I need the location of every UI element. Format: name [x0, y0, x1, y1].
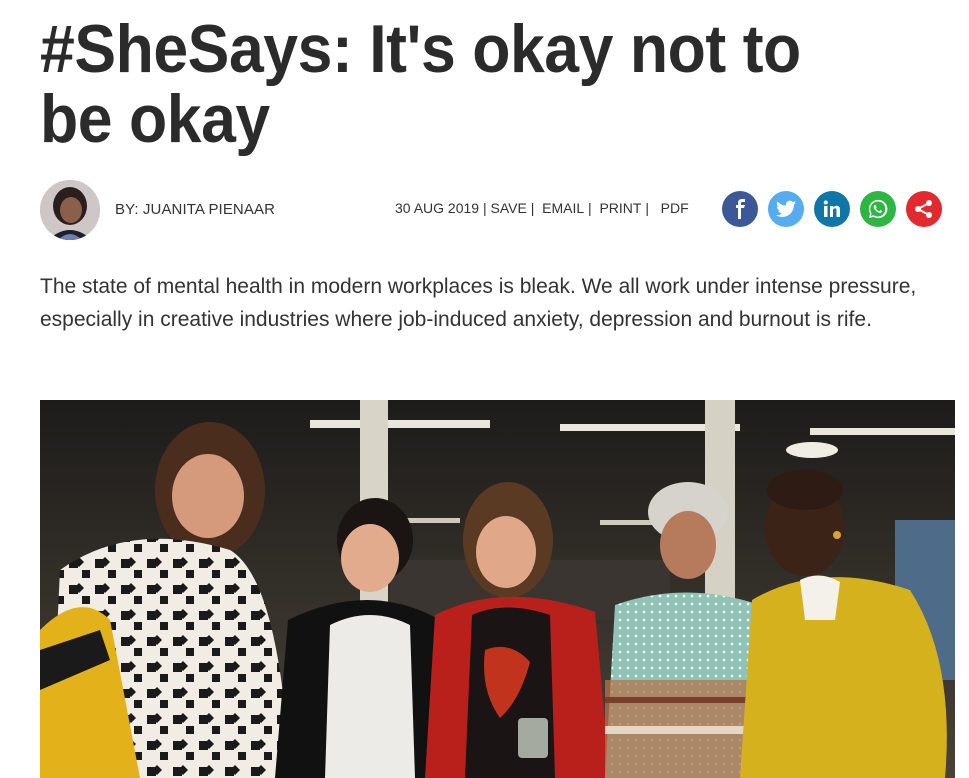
whatsapp-icon: [868, 199, 888, 219]
article-intro: The state of mental health in modern wor…: [40, 275, 917, 331]
publish-date: 30 AUG 2019: [395, 200, 480, 216]
author-name[interactable]: BY: JUANITA PIENAAR: [115, 201, 275, 218]
twitter-icon: [776, 200, 796, 217]
article-hero-image: [40, 400, 955, 778]
whatsapp-share-button[interactable]: [860, 191, 896, 227]
facebook-share-button[interactable]: [722, 191, 758, 227]
email-link[interactable]: EMAIL: [542, 200, 584, 216]
article-meta: 30 AUG 2019 | SAVE | EMAIL | PRINT | PDF: [395, 200, 689, 216]
print-link[interactable]: PRINT: [599, 200, 641, 216]
article-headline: #SheSays: It's okay not to be okay: [40, 11, 801, 157]
twitter-share-button[interactable]: [768, 191, 804, 227]
byline: BY: JUANITA PIENAAR 30 AUG 2019 | SAVE |…: [40, 180, 950, 242]
author-avatar[interactable]: [40, 180, 100, 240]
pdf-link[interactable]: PDF: [661, 200, 689, 216]
linkedin-share-button[interactable]: [814, 191, 850, 227]
share-buttons: [722, 191, 942, 227]
save-link[interactable]: SAVE: [490, 200, 526, 216]
share-more-button[interactable]: [906, 191, 942, 227]
linkedin-icon: [823, 200, 840, 217]
share-icon: [915, 200, 932, 218]
facebook-icon: [736, 199, 745, 219]
